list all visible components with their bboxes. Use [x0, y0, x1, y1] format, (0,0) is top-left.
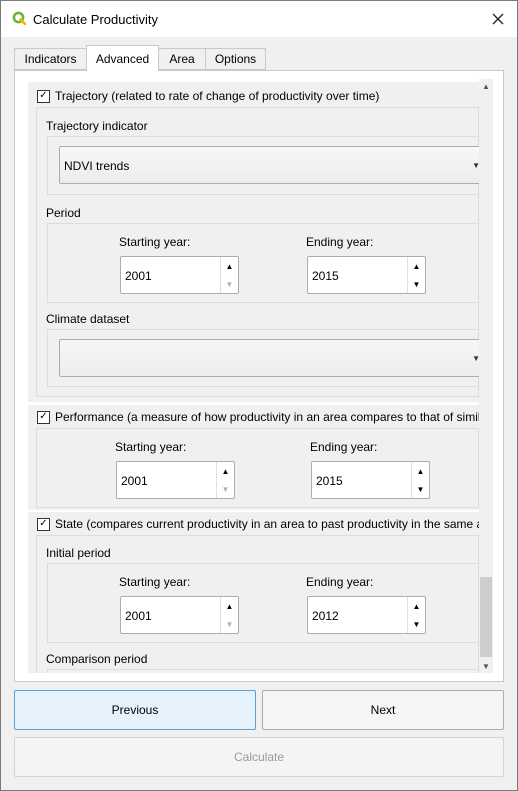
calculate-button-label: Calculate — [233, 750, 285, 764]
spin-down-button[interactable]: ▼ — [221, 275, 238, 293]
trajectory-start-year-spinbox[interactable]: 2001 ▲ ▼ — [120, 256, 239, 294]
checkbox-box: ✓ — [37, 517, 50, 531]
performance-start-year-spinbox[interactable]: 2001 ▲ ▼ — [116, 461, 235, 499]
window-title: Calculate Productivity — [33, 12, 158, 27]
arrow-up-icon: ▲ — [412, 261, 421, 271]
spin-up-button[interactable]: ▲ — [408, 257, 425, 275]
title-bar: Calculate Productivity — [1, 1, 517, 37]
arrow-down-icon: ▼ — [416, 484, 425, 494]
chevron-down-icon: ▼ — [472, 161, 479, 170]
spin-up-button[interactable]: ▲ — [217, 462, 234, 480]
trajectory-indicator-label: Trajectory indicator — [46, 119, 148, 133]
performance-checkbox[interactable]: ✓ Performance (a measure of how producti… — [37, 410, 479, 424]
starting-year-label: Starting year: — [119, 575, 191, 589]
spin-value: 2001 — [125, 609, 152, 623]
ending-year-label: Ending year: — [310, 440, 378, 454]
tab-advanced[interactable]: Advanced — [86, 45, 159, 71]
spin-value: 2012 — [312, 609, 339, 623]
comparison-period-frame — [47, 669, 479, 673]
arrow-up-icon: ▲ — [412, 601, 421, 611]
arrow-up-icon: ▲ — [416, 466, 425, 476]
spin-up-button[interactable]: ▲ — [221, 597, 238, 615]
tab-label: Indicators — [24, 52, 77, 66]
spin-down-button[interactable]: ▼ — [217, 480, 234, 498]
ending-year-label: Ending year: — [306, 235, 374, 249]
scroll-content: ✓ Trajectory (related to rate of change … — [28, 79, 479, 673]
spin-value: 2015 — [312, 269, 339, 283]
next-button[interactable]: Next — [262, 690, 504, 730]
chevron-down-icon: ▼ — [472, 354, 479, 363]
spin-buttons: ▲ ▼ — [411, 462, 429, 498]
state-start-year-spinbox[interactable]: 2001 ▲ ▼ — [120, 596, 239, 634]
calculate-button[interactable]: Calculate — [14, 737, 504, 777]
climate-dataset-label: Climate dataset — [46, 312, 130, 326]
spin-up-button[interactable]: ▲ — [408, 597, 425, 615]
spin-value: 2015 — [316, 474, 343, 488]
dialog-window: Calculate Productivity Indicators Advanc… — [0, 0, 518, 791]
close-button[interactable] — [487, 9, 509, 29]
scroll-up-button[interactable]: ▲ — [479, 79, 493, 93]
tab-label: Advanced — [95, 51, 150, 66]
arrow-down-icon: ▼ — [412, 279, 421, 289]
checkbox-box: ✓ — [37, 410, 50, 424]
spin-up-button[interactable]: ▲ — [412, 462, 429, 480]
arrow-down-icon: ▼ — [225, 619, 234, 629]
ending-year-label: Ending year: — [306, 575, 374, 589]
spin-down-button[interactable]: ▼ — [221, 615, 238, 633]
state-checkbox-label: State (compares current productivity in … — [55, 517, 479, 531]
arrow-up-icon: ▲ — [225, 261, 234, 271]
arrow-down-icon: ▼ — [482, 661, 490, 671]
arrow-up-icon: ▲ — [221, 466, 230, 476]
advanced-scroll-area[interactable]: ✓ Trajectory (related to rate of change … — [28, 79, 479, 673]
checkbox-box: ✓ — [37, 89, 50, 103]
spin-buttons: ▲ ▼ — [220, 597, 238, 633]
spin-buttons: ▲ ▼ — [407, 597, 425, 633]
starting-year-label: Starting year: — [119, 235, 191, 249]
climate-dataset-select[interactable]: ▼ — [59, 339, 479, 377]
tab-label: Options — [214, 52, 257, 66]
select-value: NDVI trends — [64, 159, 130, 173]
arrow-down-icon: ▼ — [225, 279, 234, 289]
starting-year-label: Starting year: — [115, 440, 187, 454]
vertical-scrollbar[interactable]: ▲ ▼ — [479, 79, 493, 673]
trajectory-checkbox[interactable]: ✓ Trajectory (related to rate of change … — [37, 89, 379, 103]
qgis-logo-icon — [12, 11, 26, 25]
tab-indicators[interactable]: Indicators — [14, 48, 87, 70]
performance-end-year-spinbox[interactable]: 2015 ▲ ▼ — [311, 461, 430, 499]
close-icon — [492, 13, 504, 25]
tab-options[interactable]: Options — [205, 48, 266, 70]
period-label: Period — [46, 206, 81, 220]
spin-down-button[interactable]: ▼ — [408, 275, 425, 293]
state-checkbox[interactable]: ✓ State (compares current productivity i… — [37, 517, 479, 531]
spin-buttons: ▲ ▼ — [216, 462, 234, 498]
tab-area[interactable]: Area — [158, 48, 206, 70]
spin-up-button[interactable]: ▲ — [221, 257, 238, 275]
previous-button[interactable]: Previous — [14, 690, 256, 730]
trajectory-end-year-spinbox[interactable]: 2015 ▲ ▼ — [307, 256, 426, 294]
spin-buttons: ▲ ▼ — [407, 257, 425, 293]
spin-value: 2001 — [121, 474, 148, 488]
spin-down-button[interactable]: ▼ — [408, 615, 425, 633]
scroll-down-button[interactable]: ▼ — [479, 659, 493, 673]
arrow-down-icon: ▼ — [412, 619, 421, 629]
arrow-down-icon: ▼ — [221, 484, 230, 494]
trajectory-indicator-select[interactable]: NDVI trends ▼ — [59, 146, 479, 184]
state-end-year-spinbox[interactable]: 2012 ▲ ▼ — [307, 596, 426, 634]
trajectory-checkbox-label: Trajectory (related to rate of change of… — [55, 89, 380, 103]
spin-value: 2001 — [125, 269, 152, 283]
arrow-up-icon: ▲ — [482, 81, 490, 91]
tab-label: Area — [169, 52, 195, 66]
comparison-period-label: Comparison period — [46, 652, 148, 666]
arrow-up-icon: ▲ — [225, 601, 234, 611]
previous-button-label: Previous — [111, 703, 159, 717]
initial-period-label: Initial period — [46, 546, 111, 560]
spin-down-button[interactable]: ▼ — [412, 480, 429, 498]
next-button-label: Next — [370, 703, 396, 717]
spin-buttons: ▲ ▼ — [220, 257, 238, 293]
performance-checkbox-label: Performance (a measure of how productivi… — [55, 410, 479, 424]
scrollbar-thumb[interactable] — [480, 577, 492, 657]
